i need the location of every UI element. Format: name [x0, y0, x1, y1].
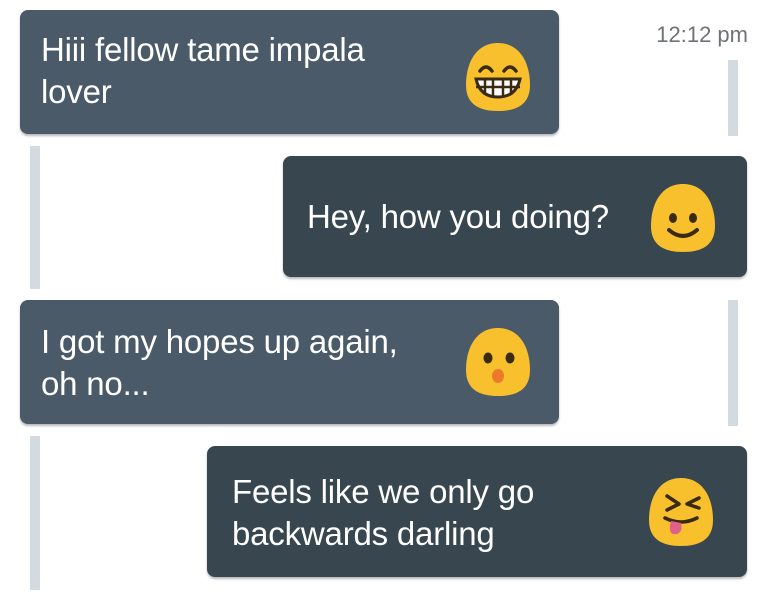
timeline-bar	[30, 146, 40, 289]
message-text: Hiii fellow tame impala lover	[41, 31, 365, 110]
message-text: Hey, how you doing?	[307, 198, 609, 235]
message-bubble-incoming[interactable]: I got my hopes up again, oh no...	[20, 300, 559, 424]
hushed-face-icon	[466, 328, 530, 396]
message-timestamp: 12:12 pm	[656, 22, 748, 47]
message-bubble-incoming[interactable]: Hiii fellow tame impala lover	[20, 10, 559, 134]
grinning-face-icon	[466, 43, 530, 111]
message-text: Feels like we only go backwards darling	[232, 473, 535, 552]
message-text: I got my hopes up again, oh no...	[41, 323, 398, 402]
smiling-face-icon	[651, 184, 715, 252]
timeline-bar	[30, 436, 40, 590]
timeline-bar	[728, 60, 738, 136]
squinting-tongue-face-icon	[649, 478, 713, 546]
message-bubble-outgoing[interactable]: Feels like we only go backwards darling	[207, 446, 747, 577]
timeline-bar	[728, 300, 738, 426]
message-bubble-outgoing[interactable]: Hey, how you doing?	[283, 156, 747, 277]
